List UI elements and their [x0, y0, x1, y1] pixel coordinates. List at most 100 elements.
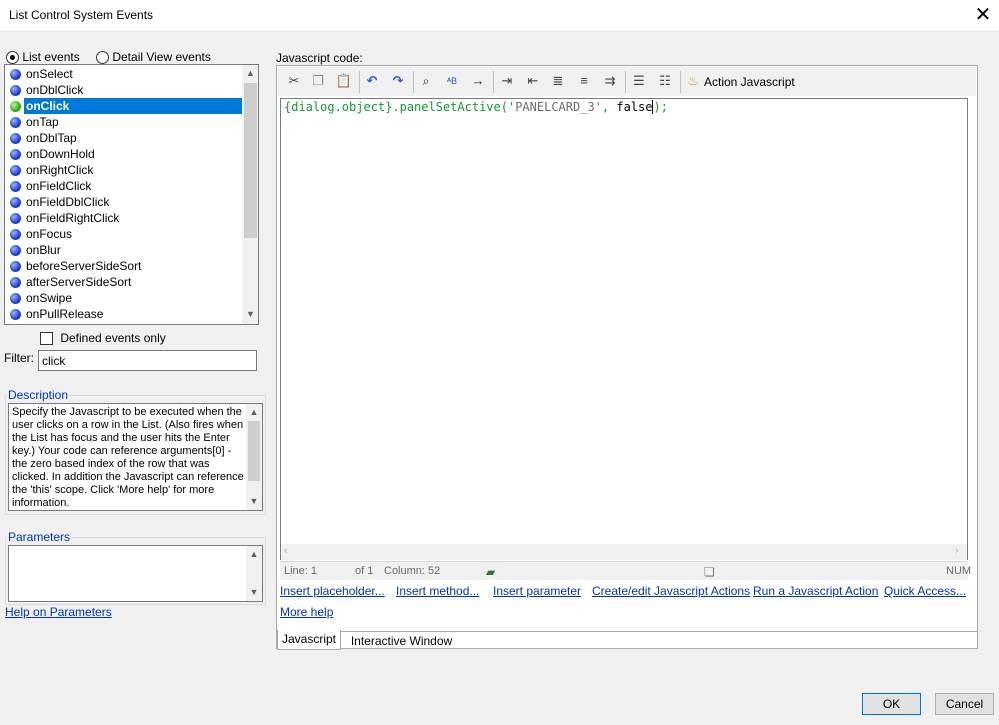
- numbered-list-icon[interactable]: ☷: [655, 71, 675, 91]
- javascript-code-label: Javascript code:: [276, 51, 363, 65]
- help-on-parameters-link[interactable]: Help on Parameters: [5, 605, 112, 619]
- radio-selected-icon: [6, 51, 19, 65]
- filter-input-value: click: [42, 354, 66, 368]
- event-icon: [10, 261, 21, 272]
- scroll-down-icon[interactable]: ▼: [242, 306, 258, 323]
- code-line[interactable]: {dialog.object}.panelSetActive('PANELCAR…: [284, 100, 668, 114]
- scroll-down-icon[interactable]: ▼: [246, 584, 262, 601]
- status-line: Line: 1: [284, 565, 318, 577]
- event-list-item[interactable]: onFieldDblClick: [6, 194, 242, 210]
- replace-icon[interactable]: ᴬB: [442, 71, 462, 91]
- description-line: Specify the Javascript to be executed wh…: [12, 406, 242, 418]
- insert-method-link[interactable]: Insert method...: [396, 584, 479, 598]
- lamp-icon[interactable]: ♨: [683, 71, 703, 91]
- insert-parameter-link[interactable]: Insert parameter: [493, 584, 581, 598]
- radio-detail-view-events[interactable]: Detail View events: [96, 50, 211, 65]
- scroll-left-icon[interactable]: ‹: [284, 545, 288, 557]
- event-list-item[interactable]: onDownHold: [6, 146, 242, 162]
- event-list-item-label: onBlur: [26, 243, 61, 257]
- code-keyword: false: [616, 100, 653, 114]
- bullet-list-icon[interactable]: ☰: [629, 71, 649, 91]
- redo-icon[interactable]: ↷: [388, 71, 408, 91]
- scroll-up-icon[interactable]: ▲: [242, 65, 258, 82]
- description-title: Description: [7, 388, 70, 402]
- book-icon[interactable]: ▰: [486, 565, 495, 579]
- event-list-item-label: onSwipe: [26, 291, 73, 305]
- code-editor[interactable]: [280, 98, 968, 560]
- event-list-item-label: onDblTap: [26, 131, 77, 145]
- event-list-item[interactable]: onFocus: [6, 226, 242, 242]
- description-line: information.: [12, 497, 70, 509]
- description-line: the List has focus and the user hits the…: [12, 432, 230, 444]
- paste-icon[interactable]: 📋: [334, 71, 354, 91]
- event-list-item[interactable]: onPullRelease: [6, 306, 242, 322]
- description-line: the zero based index of the row that was: [12, 458, 210, 470]
- event-icon: [10, 197, 21, 208]
- scrollbar-thumb[interactable]: [248, 421, 260, 481]
- event-list-item[interactable]: onSwipe: [6, 290, 242, 306]
- event-list-item[interactable]: onDblClick: [6, 82, 242, 98]
- run-javascript-action-link[interactable]: Run a Javascript Action: [753, 584, 878, 598]
- scroll-right-icon[interactable]: ›: [955, 545, 959, 557]
- outdent-icon[interactable]: ⇤: [523, 71, 543, 91]
- wrap-icon[interactable]: ⇉: [600, 71, 620, 91]
- event-list-item[interactable]: beforeServerSideSort: [6, 258, 242, 274]
- description-scrollbar[interactable]: ▲ ▼: [246, 404, 262, 510]
- close-icon[interactable]: ✕: [968, 2, 998, 30]
- quick-access-link[interactable]: Quick Access...: [884, 584, 966, 598]
- status-of: of 1: [355, 565, 374, 577]
- scroll-down-icon[interactable]: ▼: [246, 493, 262, 510]
- event-icon: [10, 293, 21, 304]
- more-help-link[interactable]: More help: [280, 605, 333, 619]
- ok-button[interactable]: OK: [862, 693, 921, 715]
- event-list-item[interactable]: onSelect: [6, 66, 242, 82]
- uncomment-icon[interactable]: ≡: [574, 71, 594, 91]
- scrollbar-thumb[interactable]: [244, 83, 257, 238]
- find-icon[interactable]: ⌕: [416, 71, 436, 91]
- description-line: user clicks on a row in the List. (Also …: [12, 419, 244, 431]
- event-list-item[interactable]: onClick: [6, 98, 242, 114]
- scroll-up-icon[interactable]: ▲: [246, 546, 262, 563]
- tab-interactive-window[interactable]: Interactive Window: [344, 632, 459, 652]
- insert-placeholder-link[interactable]: Insert placeholder...: [280, 584, 385, 598]
- filter-input[interactable]: click: [38, 350, 257, 371]
- cut-icon[interactable]: ✂: [284, 71, 304, 91]
- event-list-item[interactable]: onDblTap: [6, 130, 242, 146]
- event-icon: [10, 117, 21, 128]
- event-icon: [10, 69, 21, 80]
- undo-icon[interactable]: ↶: [362, 71, 382, 91]
- code-end: );: [652, 100, 668, 114]
- goto-icon[interactable]: →: [468, 71, 488, 91]
- filter-label: Filter:: [4, 351, 34, 365]
- window-title: List Control System Events: [9, 8, 154, 22]
- event-list-item-label: onRightClick: [26, 163, 94, 177]
- event-list-item[interactable]: onTap: [6, 114, 242, 130]
- scroll-up-icon[interactable]: ▲: [246, 404, 262, 421]
- event-list-item[interactable]: onRightClick: [6, 162, 242, 178]
- comment-icon[interactable]: ≣: [548, 71, 568, 91]
- radio-detail-view-label: Detail View events: [112, 50, 211, 64]
- event-icon: [10, 277, 21, 288]
- defined-events-only-checkbox[interactable]: Defined events only: [40, 331, 166, 346]
- tab-javascript[interactable]: Javascript: [277, 630, 341, 650]
- description-text: Specify the Javascript to be executed wh…: [12, 406, 244, 510]
- event-list-item[interactable]: afterServerSideSort: [6, 274, 242, 290]
- event-list-item[interactable]: onFieldRightClick: [6, 210, 242, 226]
- editor-hscrollbar[interactable]: ‹ ›: [281, 544, 967, 560]
- pages-icon: ❏: [704, 565, 715, 579]
- event-list-item[interactable]: onFieldClick: [6, 178, 242, 194]
- radio-list-events[interactable]: List events: [6, 50, 80, 65]
- event-list-item[interactable]: onBlur: [6, 242, 242, 258]
- action-javascript-button[interactable]: Action Javascript: [704, 75, 795, 89]
- parameters-scrollbar[interactable]: ▲ ▼: [246, 546, 262, 601]
- parameters-box: ▲ ▼: [8, 545, 263, 602]
- indent-icon[interactable]: ⇥: [497, 71, 517, 91]
- create-edit-actions-link[interactable]: Create/edit Javascript Actions: [592, 584, 750, 598]
- copy-icon[interactable]: ❐: [308, 71, 328, 91]
- description-line: key.) Your code can reference arguments[…: [12, 445, 232, 457]
- cancel-button[interactable]: Cancel: [935, 693, 994, 715]
- event-icon: [10, 85, 21, 96]
- event-list-item-label: onFocus: [26, 227, 73, 241]
- status-bar: Line: 1 of 1 Column: 52 ▰ ❏ NUM: [280, 561, 971, 580]
- event-list-scrollbar[interactable]: ▲ ▼: [242, 65, 258, 324]
